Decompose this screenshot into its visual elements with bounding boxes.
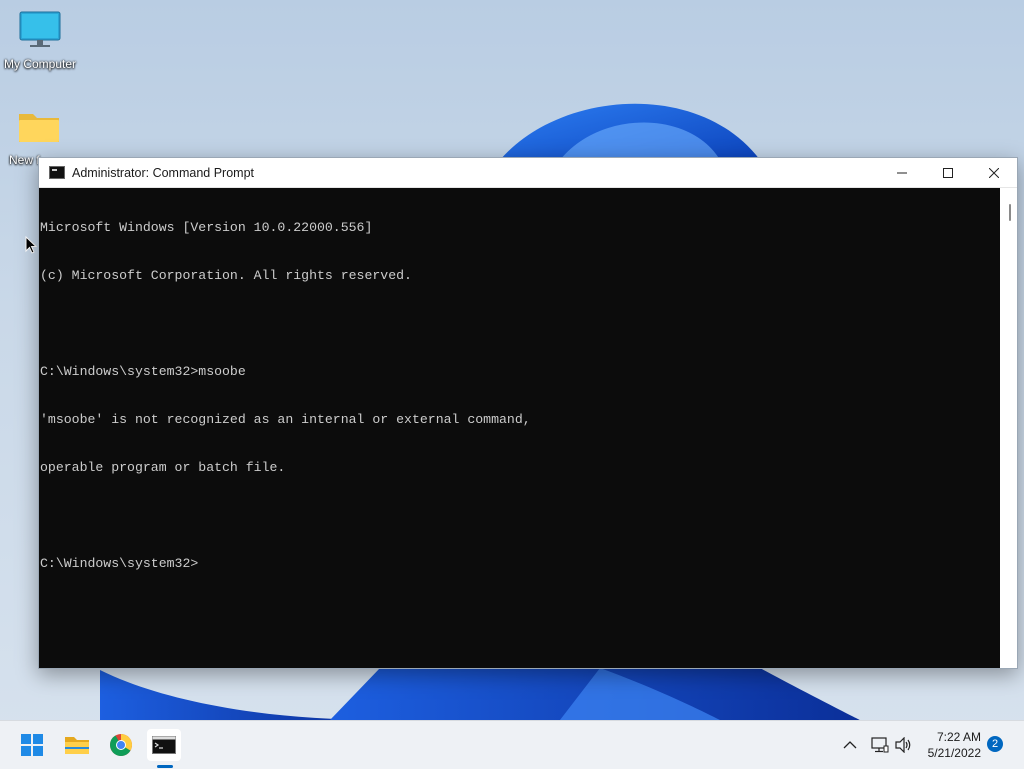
- maximize-button[interactable]: [925, 158, 971, 187]
- start-button[interactable]: [15, 729, 49, 761]
- volume-button[interactable]: [895, 721, 913, 769]
- window-title: Administrator: Command Prompt: [72, 165, 255, 180]
- monitor-icon: [19, 11, 61, 47]
- file-explorer-icon: [65, 737, 89, 754]
- vertical-scrollbar[interactable]: [1000, 188, 1017, 668]
- console-line: Microsoft Windows [Version 10.0.22000.55…: [40, 220, 373, 235]
- clock-time: 7:22 AM: [936, 730, 981, 744]
- network-icon: [871, 737, 889, 753]
- command-prompt-icon: [152, 736, 176, 754]
- console-line: (c) Microsoft Corporation. All rights re…: [40, 268, 412, 283]
- title-bar[interactable]: Administrator: Command Prompt: [39, 158, 1017, 188]
- console-line: C:\Windows\system32>msoobe: [40, 364, 246, 379]
- command-prompt-taskbar-button[interactable]: [147, 729, 181, 761]
- command-prompt-window[interactable]: Administrator: Command Prompt Microsoft …: [38, 157, 1018, 669]
- clock[interactable]: 7:22 AM 5/21/2022: [928, 729, 981, 761]
- file-explorer-button[interactable]: [60, 729, 94, 761]
- network-button[interactable]: [871, 721, 889, 769]
- clock-date: 5/21/2022: [927, 746, 981, 760]
- scrollbar-thumb[interactable]: [1009, 204, 1011, 221]
- taskbar: 7:22 AM 5/21/2022: [0, 720, 1024, 769]
- console-line: 'msoobe' is not recognized as an interna…: [40, 412, 531, 427]
- start-icon: [21, 734, 43, 756]
- minimize-icon: [897, 172, 907, 173]
- speaker-icon: [895, 737, 911, 753]
- console-output[interactable]: Microsoft Windows [Version 10.0.22000.55…: [39, 188, 1000, 668]
- show-hidden-icons-button[interactable]: [843, 721, 857, 769]
- close-icon: [989, 167, 999, 178]
- desktop-icon-my-computer[interactable]: My Computer: [0, 10, 80, 71]
- chrome-icon: [110, 734, 132, 756]
- close-button[interactable]: [971, 158, 1017, 187]
- folder-icon: [19, 114, 59, 142]
- desktop-icon-label: My Computer: [3, 57, 77, 71]
- notification-badge[interactable]: 2: [987, 736, 1003, 752]
- minimize-button[interactable]: [879, 158, 925, 187]
- chrome-button[interactable]: [104, 729, 138, 761]
- chevron-up-icon: [843, 741, 857, 749]
- maximize-icon: [943, 167, 953, 178]
- console-line: operable program or batch file.: [40, 460, 286, 475]
- mouse-cursor-icon: [25, 236, 37, 254]
- command-prompt-icon: [49, 166, 65, 179]
- console-prompt[interactable]: C:\Windows\system32>: [40, 556, 1000, 572]
